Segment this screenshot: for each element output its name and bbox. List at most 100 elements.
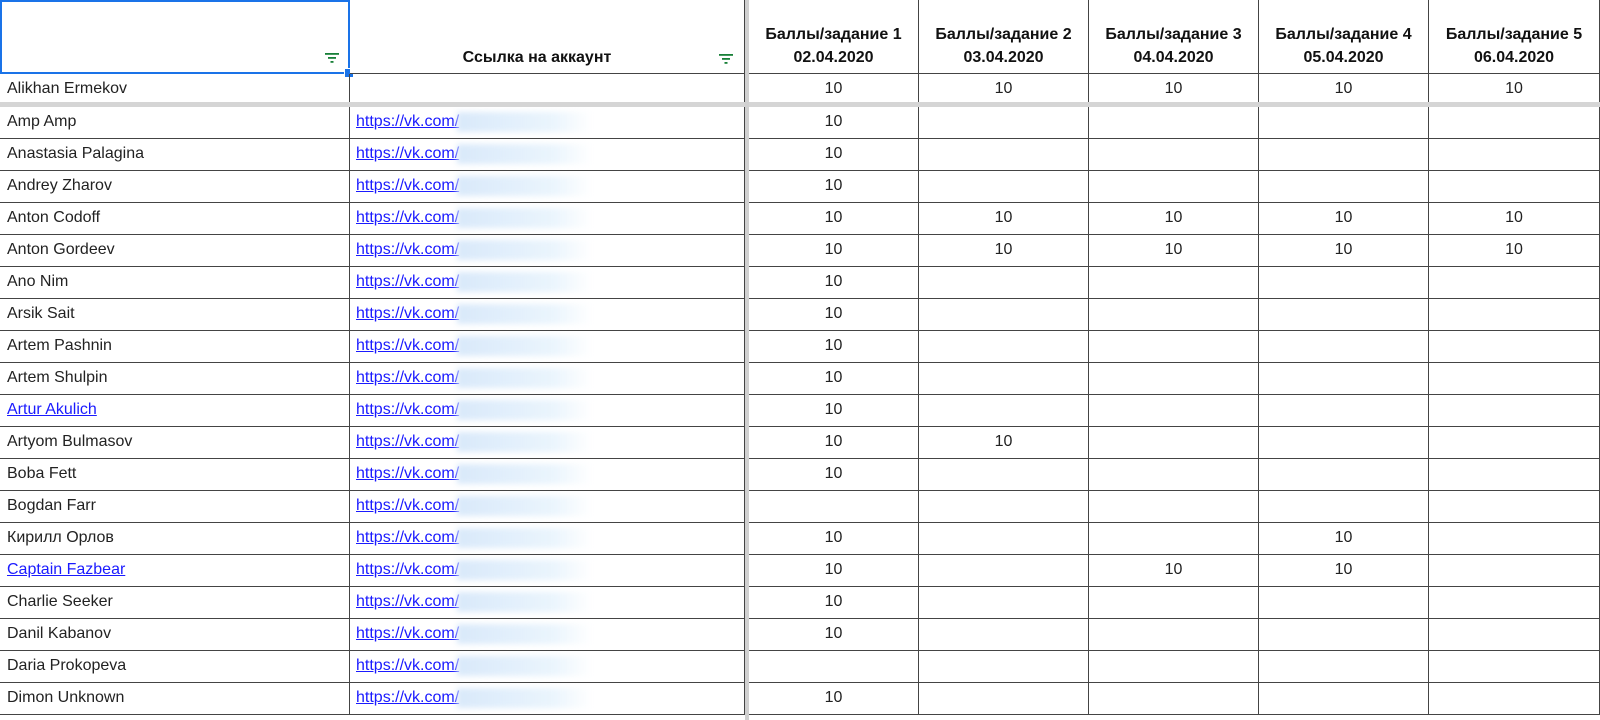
score-cell[interactable] xyxy=(1429,523,1600,555)
name-cell[interactable]: Danil Kabanov xyxy=(0,619,350,651)
score-cell[interactable]: 10 xyxy=(749,171,919,203)
score-cell[interactable]: 10 xyxy=(919,74,1089,104)
name-link[interactable]: Captain Fazbear xyxy=(7,561,125,578)
score-cell[interactable]: 10 xyxy=(749,459,919,491)
name-cell[interactable]: Ano Nim xyxy=(0,267,350,299)
score-cell[interactable] xyxy=(1089,459,1259,491)
score-cell[interactable]: 10 xyxy=(749,523,919,555)
score-cell[interactable] xyxy=(1089,427,1259,459)
score-cell[interactable]: 10 xyxy=(1429,203,1600,235)
link-cell[interactable]: https://vk.com/ xyxy=(350,395,745,427)
account-link[interactable]: https://vk.com/ xyxy=(356,113,459,130)
score-cell[interactable]: 10 xyxy=(749,363,919,395)
score-cell[interactable] xyxy=(1089,267,1259,299)
score-cell[interactable]: 10 xyxy=(749,331,919,363)
name-cell[interactable]: Bogdan Farr xyxy=(0,491,350,523)
score-cell[interactable]: 10 xyxy=(1429,74,1600,104)
header-cell-link[interactable]: Ссылка на аккаунт xyxy=(350,0,745,74)
filter-icon[interactable] xyxy=(324,52,340,64)
score-cell[interactable] xyxy=(919,395,1089,427)
link-cell[interactable]: https://vk.com/ xyxy=(350,299,745,331)
score-cell[interactable] xyxy=(1429,107,1600,139)
score-cell[interactable]: 10 xyxy=(749,203,919,235)
name-cell[interactable]: Charlie Seeker xyxy=(0,587,350,619)
score-cell[interactable] xyxy=(1259,139,1429,171)
score-cell[interactable] xyxy=(919,587,1089,619)
score-cell[interactable] xyxy=(1089,491,1259,523)
header-cell-task-1[interactable]: Баллы/задание 1 02.04.2020 xyxy=(749,0,919,74)
score-cell[interactable]: 10 xyxy=(749,587,919,619)
name-cell[interactable]: Amp Amp xyxy=(0,107,350,139)
link-cell[interactable]: https://vk.com/ xyxy=(350,491,745,523)
link-cell[interactable]: https://vk.com/ xyxy=(350,203,745,235)
account-link[interactable]: https://vk.com/ xyxy=(356,561,459,578)
score-cell[interactable]: 10 xyxy=(749,267,919,299)
name-cell[interactable]: Кирилл Орлов xyxy=(0,523,350,555)
score-cell[interactable] xyxy=(1259,267,1429,299)
filter-icon[interactable] xyxy=(718,53,734,65)
score-cell[interactable] xyxy=(1089,363,1259,395)
name-cell[interactable]: Artem Pashnin xyxy=(0,331,350,363)
account-link[interactable]: https://vk.com/ xyxy=(356,593,459,610)
header-cell-task-5[interactable]: Баллы/задание 5 06.04.2020 xyxy=(1429,0,1600,74)
score-cell[interactable]: 10 xyxy=(1089,555,1259,587)
score-cell[interactable] xyxy=(1259,107,1429,139)
name-cell[interactable]: Dimon Unknown xyxy=(0,683,350,715)
score-cell[interactable] xyxy=(919,267,1089,299)
name-cell[interactable]: Anton Codoff xyxy=(0,203,350,235)
score-cell[interactable] xyxy=(919,171,1089,203)
score-cell[interactable] xyxy=(1429,587,1600,619)
score-cell[interactable]: 10 xyxy=(749,74,919,104)
score-cell[interactable] xyxy=(1089,683,1259,715)
link-cell[interactable]: https://vk.com/ xyxy=(350,683,745,715)
name-cell[interactable]: Anton Gordeev xyxy=(0,235,350,267)
score-cell[interactable] xyxy=(1429,395,1600,427)
link-cell[interactable] xyxy=(350,74,745,104)
account-link[interactable]: https://vk.com/ xyxy=(356,145,459,162)
score-cell[interactable]: 10 xyxy=(749,683,919,715)
score-cell[interactable] xyxy=(919,651,1089,683)
link-cell[interactable]: https://vk.com/ xyxy=(350,427,745,459)
score-cell[interactable]: 10 xyxy=(1259,203,1429,235)
account-link[interactable]: https://vk.com/ xyxy=(356,657,459,674)
name-cell[interactable]: Captain Fazbear xyxy=(0,555,350,587)
score-cell[interactable] xyxy=(1089,299,1259,331)
score-cell[interactable] xyxy=(1089,395,1259,427)
score-cell[interactable]: 10 xyxy=(1259,523,1429,555)
frozen-columns-divider[interactable] xyxy=(745,0,749,720)
score-cell[interactable] xyxy=(919,363,1089,395)
score-cell[interactable] xyxy=(1089,587,1259,619)
link-cell[interactable]: https://vk.com/ xyxy=(350,235,745,267)
score-cell[interactable] xyxy=(919,299,1089,331)
score-cell[interactable] xyxy=(1259,331,1429,363)
account-link[interactable]: https://vk.com/ xyxy=(356,625,459,642)
score-cell[interactable] xyxy=(919,683,1089,715)
score-cell[interactable] xyxy=(1259,587,1429,619)
score-cell[interactable]: 10 xyxy=(919,203,1089,235)
name-cell[interactable]: Andrey Zharov xyxy=(0,171,350,203)
score-cell[interactable] xyxy=(749,651,919,683)
score-cell[interactable] xyxy=(1429,427,1600,459)
account-link[interactable]: https://vk.com/ xyxy=(356,465,459,482)
score-cell[interactable]: 10 xyxy=(1429,235,1600,267)
score-cell[interactable] xyxy=(1089,331,1259,363)
score-cell[interactable] xyxy=(1429,363,1600,395)
score-cell[interactable] xyxy=(919,491,1089,523)
score-cell[interactable]: 10 xyxy=(749,395,919,427)
score-cell[interactable]: 10 xyxy=(749,555,919,587)
score-cell[interactable] xyxy=(919,139,1089,171)
score-cell[interactable] xyxy=(1089,523,1259,555)
score-cell[interactable] xyxy=(919,619,1089,651)
score-cell[interactable]: 10 xyxy=(749,107,919,139)
score-cell[interactable]: 10 xyxy=(749,139,919,171)
account-link[interactable]: https://vk.com/ xyxy=(356,433,459,450)
score-cell[interactable] xyxy=(1429,555,1600,587)
score-cell[interactable] xyxy=(1429,267,1600,299)
name-cell[interactable]: Artyom Bulmasov xyxy=(0,427,350,459)
score-cell[interactable] xyxy=(1429,491,1600,523)
score-cell[interactable]: 10 xyxy=(749,299,919,331)
score-cell[interactable] xyxy=(1429,619,1600,651)
score-cell[interactable]: 10 xyxy=(919,427,1089,459)
name-cell[interactable]: Boba Fett xyxy=(0,459,350,491)
link-cell[interactable]: https://vk.com/ xyxy=(350,139,745,171)
